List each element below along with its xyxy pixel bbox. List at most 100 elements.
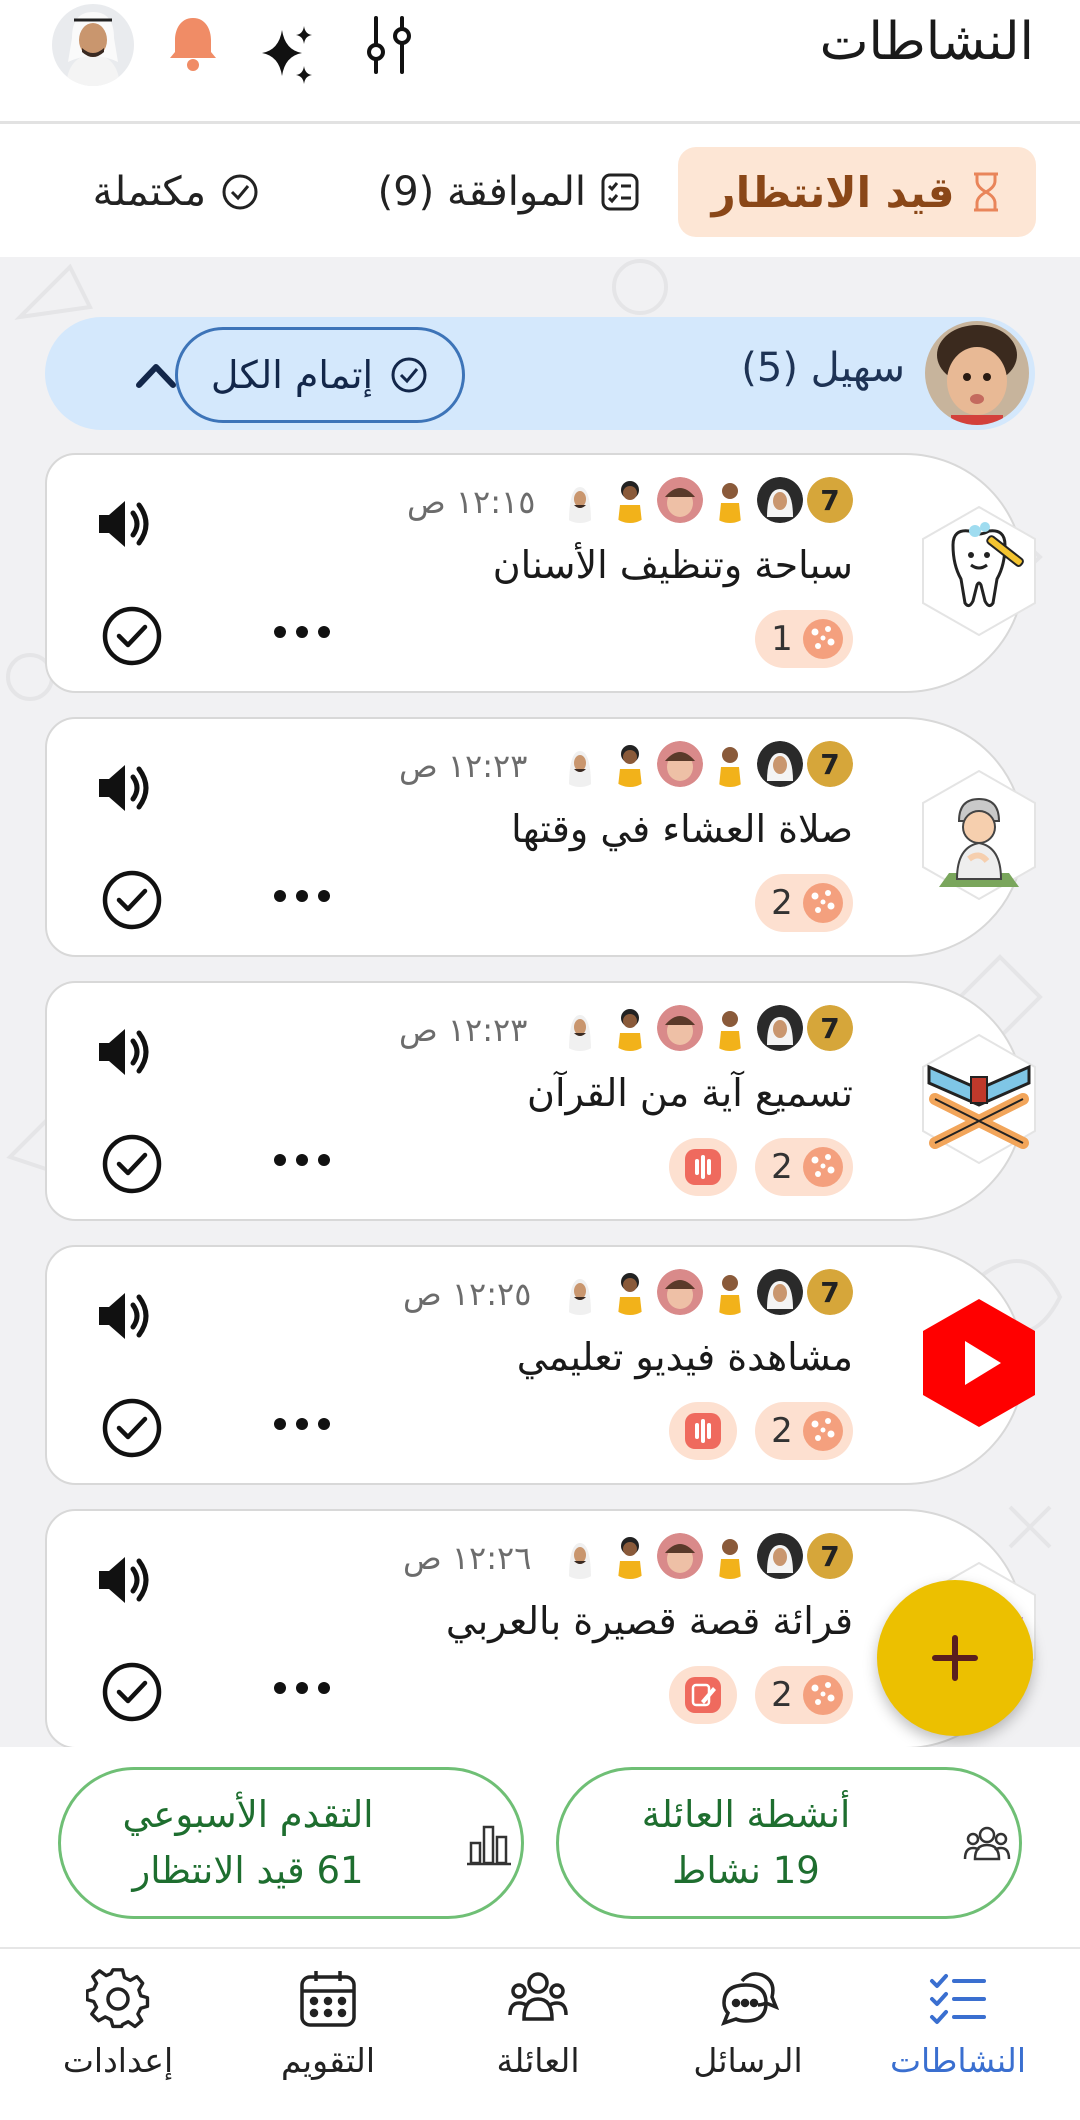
speaker-icon[interactable] xyxy=(95,1023,153,1081)
speaker-icon[interactable] xyxy=(95,1287,153,1345)
avatar: 7 xyxy=(807,1533,853,1579)
points-badge: 2 xyxy=(755,1666,853,1724)
bell-icon[interactable] xyxy=(160,10,226,76)
activity-card[interactable]: 7 ١٢:٢٣ ص صلاة العشاء في وقتها 2 xyxy=(45,717,1036,957)
activity-time: ١٢:٢٦ ص xyxy=(403,1539,532,1577)
nav-settings[interactable]: إعدادات xyxy=(18,1967,218,2080)
assignee-avatars: 7 xyxy=(557,1005,853,1051)
family-activities-count: 19 نشاط xyxy=(672,1849,820,1892)
svg-text:7: 7 xyxy=(820,1540,839,1573)
avatar xyxy=(757,741,803,787)
avatar: 7 xyxy=(807,1005,853,1051)
activity-title: تسميع آية من القرآن xyxy=(527,1071,853,1115)
more-options-icon[interactable] xyxy=(272,1153,332,1167)
activity-time: ١٢:٢٣ ص xyxy=(399,1011,528,1049)
activity-title: مشاهدة فيديو تعليمي xyxy=(516,1335,853,1379)
avatar xyxy=(657,1005,703,1051)
avatar xyxy=(707,741,753,787)
child-avatar xyxy=(925,321,1029,425)
more-options-icon[interactable] xyxy=(272,889,332,903)
group-people-icon xyxy=(963,1826,1011,1861)
activities-list-icon xyxy=(930,1974,986,2024)
nav-calendar[interactable]: التقويم xyxy=(228,1967,428,2080)
avatar xyxy=(657,741,703,787)
activity-card[interactable]: 7 ١٢:٢٦ ص قرائة قصة قصيرة بالعربي 2 xyxy=(45,1509,1036,1747)
nav-messages[interactable]: الرسائل xyxy=(648,1967,848,2080)
nav-messages-label: الرسائل xyxy=(693,2041,803,2080)
more-options-icon[interactable] xyxy=(272,625,332,639)
calendar-icon xyxy=(300,1971,356,2027)
chevron-up-icon[interactable] xyxy=(131,351,181,397)
plus-icon xyxy=(932,1635,978,1681)
bar-chart-icon xyxy=(467,1825,511,1866)
avatar xyxy=(557,1005,603,1051)
youtube-icon xyxy=(913,1297,1045,1429)
child-name: سهيل (5) xyxy=(741,345,905,391)
cookie-icon xyxy=(802,1411,843,1451)
avatar xyxy=(757,1533,803,1579)
avatar xyxy=(657,1269,703,1315)
avatar xyxy=(757,1269,803,1315)
add-activity-button[interactable] xyxy=(877,1580,1033,1736)
child-group-header[interactable]: سهيل (5) إتمام الكل xyxy=(45,317,1035,430)
complete-check-icon[interactable] xyxy=(101,605,163,667)
complete-check-icon[interactable] xyxy=(101,1133,163,1195)
summary-section: أنشطة العائلة 19 نشاط التقدم الأسبوعي 61… xyxy=(0,1747,1080,1947)
activity-time: ١٢:٢٥ ص xyxy=(403,1275,532,1313)
points-badge: 2 xyxy=(755,1138,853,1196)
filter-sliders-icon[interactable] xyxy=(356,12,422,78)
activity-card[interactable]: 7 ١٢:٢٣ ص تسميع آية من القرآن 2 xyxy=(45,981,1036,1221)
avatar xyxy=(557,741,603,787)
avatar xyxy=(607,477,653,523)
hourglass-icon xyxy=(973,172,998,212)
tab-completed[interactable]: مكتملة xyxy=(93,147,260,237)
profile-avatar[interactable] xyxy=(52,4,134,86)
settings-gear-icon xyxy=(86,1968,150,2029)
check-circle-icon xyxy=(222,174,258,210)
check-circle-icon xyxy=(391,357,427,393)
family-activities-button[interactable]: أنشطة العائلة 19 نشاط xyxy=(556,1767,1022,1919)
tab-approved-label: الموافقة (9) xyxy=(377,169,586,215)
activity-time: ١٢:١٥ ص xyxy=(407,483,536,521)
speaker-icon[interactable] xyxy=(95,1551,153,1609)
cookie-icon xyxy=(802,1675,843,1715)
weekly-progress-text: التقدم الأسبوعي 61 قيد الانتظار xyxy=(61,1787,435,1899)
complete-all-button[interactable]: إتمام الكل xyxy=(175,327,465,423)
tab-pending-label: قيد الانتظار xyxy=(711,167,955,217)
avatar xyxy=(557,1533,603,1579)
speaker-icon[interactable] xyxy=(95,759,153,817)
complete-all-label: إتمام الكل xyxy=(210,353,374,397)
edit-proof-badge xyxy=(669,1666,737,1724)
more-options-icon[interactable] xyxy=(272,1681,332,1695)
avatar xyxy=(657,1533,703,1579)
cookie-icon xyxy=(802,619,843,659)
complete-check-icon[interactable] xyxy=(101,1397,163,1459)
avatar xyxy=(607,1533,653,1579)
avatar xyxy=(607,741,653,787)
complete-check-icon[interactable] xyxy=(101,1661,163,1723)
tab-approved[interactable]: الموافقة (9) xyxy=(378,147,640,237)
points-badge: 2 xyxy=(755,1402,853,1460)
activity-card[interactable]: 7 ١٢:١٥ ص سباحة وتنظيف الأسنان 1 xyxy=(45,453,1036,693)
sparkles-icon[interactable] xyxy=(256,22,322,88)
speaker-icon[interactable] xyxy=(95,495,153,553)
nav-activities[interactable]: النشاطات xyxy=(858,1967,1058,2080)
avatar: 7 xyxy=(807,741,853,787)
avatar xyxy=(607,1269,653,1315)
weekly-progress-button[interactable]: التقدم الأسبوعي 61 قيد الانتظار xyxy=(58,1767,524,1919)
avatar: 7 xyxy=(807,1269,853,1315)
tab-pending[interactable]: قيد الانتظار xyxy=(678,147,1036,237)
nav-family[interactable]: العائلة xyxy=(438,1967,638,2080)
family-activities-text: أنشطة العائلة 19 نشاط xyxy=(559,1787,933,1899)
points-badge: 1 xyxy=(755,610,853,668)
svg-text:7: 7 xyxy=(820,1012,839,1045)
complete-check-icon[interactable] xyxy=(101,869,163,931)
audio-wave-icon xyxy=(685,1413,721,1449)
weekly-progress-count: 61 قيد الانتظار xyxy=(132,1849,364,1892)
cookie-icon xyxy=(802,1147,843,1187)
points-value: 2 xyxy=(771,1147,793,1187)
avatar xyxy=(657,477,703,523)
more-options-icon[interactable] xyxy=(272,1417,332,1431)
activity-card[interactable]: 7 ١٢:٢٥ ص مشاهدة فيديو تعليمي 2 xyxy=(45,1245,1035,1485)
nav-activities-label: النشاطات xyxy=(889,2041,1027,2080)
